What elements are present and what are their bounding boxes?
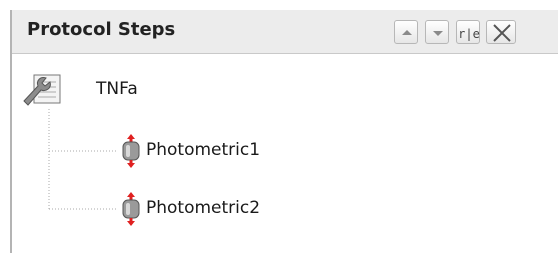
photometric-vial-icon: [122, 134, 140, 168]
move-up-button[interactable]: [394, 20, 418, 44]
photometric-vial-icon: [122, 192, 140, 226]
panel-header: Protocol Steps r|e: [12, 10, 558, 54]
swap-glyph: r|e: [458, 27, 480, 41]
arrow-down-icon: [433, 31, 443, 36]
tree-item-label: Photometric1: [146, 140, 261, 160]
tree-item-label: TNFa: [96, 79, 138, 99]
panel-title: Protocol Steps: [27, 19, 176, 40]
protocol-tree: TNFa Photometric1 Photometric2: [12, 54, 558, 253]
swap-icon: r|e: [458, 27, 480, 41]
wrench-document-icon: [23, 74, 61, 106]
arrow-up-icon: [402, 30, 412, 35]
close-button[interactable]: [486, 20, 516, 44]
tree-item-label: Photometric2: [146, 198, 261, 218]
swap-button[interactable]: r|e: [456, 20, 480, 44]
protocol-steps-panel: Protocol Steps r|e TNFa Photometric1 Pho…: [10, 10, 558, 253]
move-down-button[interactable]: [425, 20, 449, 44]
close-icon: [493, 24, 511, 42]
